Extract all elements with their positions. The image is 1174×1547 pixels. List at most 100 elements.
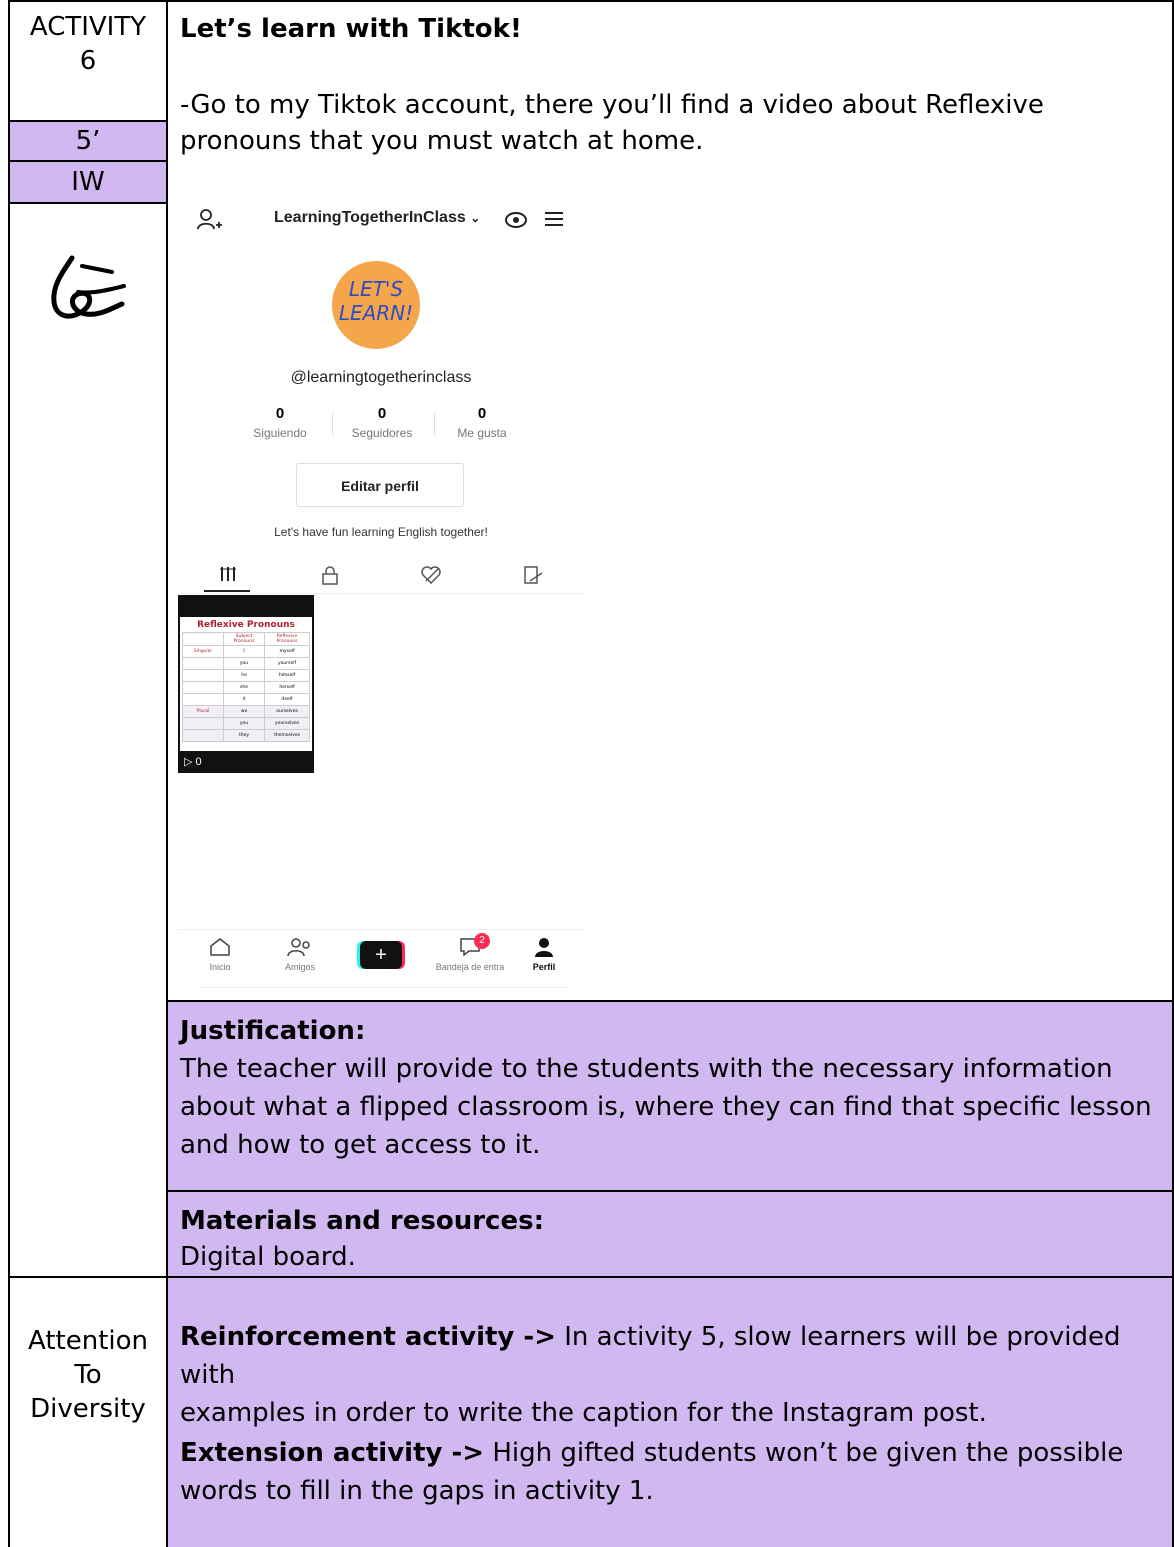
justification-heading: Justification:: [180, 1016, 366, 1046]
thumbnail-title: Reflexive Pronouns: [197, 620, 295, 630]
reinforcement-text: examples in order to write the caption f…: [180, 1398, 987, 1428]
table-row: she herself: [182, 681, 310, 694]
stat-value: 0: [377, 405, 387, 422]
add-friend-icon[interactable]: [196, 207, 222, 233]
play-icon: ▷: [184, 756, 193, 768]
table-cell: yourself: [264, 657, 310, 670]
attention-line: Attention: [28, 1326, 148, 1356]
profile-avatar[interactable]: LET'S LEARN!: [332, 261, 420, 349]
table-cell: [182, 669, 224, 682]
table-cell: yourselves: [264, 717, 310, 730]
table-cell: he: [222, 669, 266, 682]
nav-inbox[interactable]: 2 Bandeja de entra: [430, 933, 510, 972]
notification-badge: 2: [474, 933, 490, 949]
table-cell: I: [222, 645, 266, 658]
video-thumbnail[interactable]: Reflexive Pronouns Subject Pronouns Refl…: [178, 595, 314, 773]
nav-profile[interactable]: Perfil: [520, 937, 568, 972]
view-count-value: 0: [195, 756, 202, 768]
stat-likes[interactable]: 0 Me gusta: [434, 405, 530, 440]
table-cell: you: [222, 717, 266, 730]
eye-icon[interactable]: [504, 211, 528, 229]
table-cell: Plural: [182, 705, 224, 718]
diversity-section: Reinforcement activity -> In activity 5,…: [168, 1278, 1172, 1547]
saved-hidden-icon[interactable]: [522, 565, 544, 585]
nav-home[interactable]: Inicio: [192, 937, 248, 972]
justification-section: Justification: The teacher will provide …: [168, 1000, 1172, 1190]
tab-videos[interactable]: [218, 565, 242, 588]
activity-instruction: -Go to my Tiktok account, there you’ll f…: [180, 88, 1160, 158]
stat-value: 0: [275, 405, 285, 422]
stat-label: Me gusta: [457, 426, 507, 440]
table-cell: herself: [264, 681, 310, 694]
tabs-divider: [178, 593, 584, 594]
activity-label-cell: ACTIVITY 6: [10, 10, 166, 78]
table-cell: they: [222, 729, 266, 742]
menu-icon[interactable]: [544, 211, 564, 227]
bottom-nav-underline: [198, 987, 568, 988]
view-count: ▷ 0: [184, 755, 202, 768]
nav-label: Inicio: [209, 962, 231, 972]
materials-text: Digital board.: [180, 1242, 356, 1272]
table-row: Plural we ourselves: [182, 705, 310, 718]
table-row: you yourself: [182, 657, 310, 670]
extension-label: Extension activity ->: [180, 1438, 485, 1468]
liked-hidden-icon[interactable]: [420, 565, 442, 585]
nav-label: Perfil: [532, 962, 556, 972]
table-cell: [182, 717, 224, 730]
edit-profile-button[interactable]: Editar perfil: [296, 463, 464, 507]
extension-text: High gifted students won’t be given the …: [484, 1438, 1124, 1468]
nav-friends[interactable]: Amigos: [272, 937, 328, 972]
table-cell: itself: [264, 693, 310, 706]
cell-divider: [8, 202, 168, 204]
lock-icon[interactable]: [320, 565, 340, 585]
nav-label: Bandeja de entra: [435, 962, 505, 972]
table-cell: it: [222, 693, 266, 706]
table-row: he himself: [182, 669, 310, 682]
stat-following[interactable]: 0 Siguiendo: [228, 405, 332, 440]
instruction-line: pronouns that you must watch at home.: [180, 126, 704, 156]
attention-cell: Attention To Diversity: [10, 1324, 166, 1426]
table-cell: [182, 693, 224, 706]
profile-bio: Let's have fun learning English together…: [274, 525, 488, 539]
stat-label: Seguidores: [351, 426, 413, 440]
table-cell: we: [222, 705, 266, 718]
table-header: Subject Pronouns: [222, 632, 266, 646]
bottom-nav-divider: [178, 929, 584, 930]
table-header: Reflexive Pronouns: [264, 632, 310, 646]
stat-followers[interactable]: 0 Seguidores: [328, 405, 436, 440]
nav-label: Amigos: [284, 962, 315, 972]
tab-active-underline: [204, 590, 250, 592]
attention-line: Diversity: [30, 1394, 146, 1424]
grid-icon: [220, 567, 236, 581]
grouping-cell: IW: [10, 162, 166, 202]
reinforcement-label: Reinforcement activity ->: [180, 1322, 556, 1352]
justification-line: The teacher will provide to the students…: [180, 1054, 1113, 1084]
username-header-text: LearningTogetherInClass: [274, 209, 466, 226]
logo-text: LEARN!: [338, 301, 414, 325]
extension-text: words to fill in the gaps in activity 1.: [180, 1476, 654, 1506]
extension-activity: Extension activity -> High gifted studen…: [180, 1434, 1123, 1510]
instruction-line: -Go to my Tiktok account, there you’ll f…: [180, 90, 1044, 120]
justification-body: The teacher will provide to the students…: [180, 1050, 1152, 1164]
home-icon: [210, 938, 230, 956]
pronouns-table: Subject Pronouns Reflexive Pronouns Sing…: [182, 632, 310, 742]
profile-icon: [535, 938, 553, 957]
table-cell: [182, 657, 224, 670]
table-row: it itself: [182, 693, 310, 706]
stat-value: 0: [477, 405, 487, 422]
attention-line: To: [74, 1360, 102, 1390]
stat-label: Siguiendo: [253, 426, 307, 440]
logo-text: LET'S: [348, 277, 404, 301]
table-cell: himself: [264, 669, 310, 682]
justification-line: about what a flipped classroom is, where…: [180, 1092, 1152, 1122]
table-row: Singular Imyself: [182, 645, 310, 658]
table-cell: you: [222, 657, 266, 670]
table-cell: [182, 729, 224, 742]
materials-section: Materials and resources: Digital board.: [168, 1190, 1172, 1276]
table-cell: Singular: [182, 645, 224, 658]
friends-icon: [287, 938, 310, 957]
create-button[interactable]: +: [360, 941, 402, 969]
time-cell: 5’: [10, 122, 166, 160]
profile-username-header[interactable]: LearningTogetherInClass ⌄: [274, 209, 480, 227]
table-row: they themselves: [182, 729, 310, 742]
